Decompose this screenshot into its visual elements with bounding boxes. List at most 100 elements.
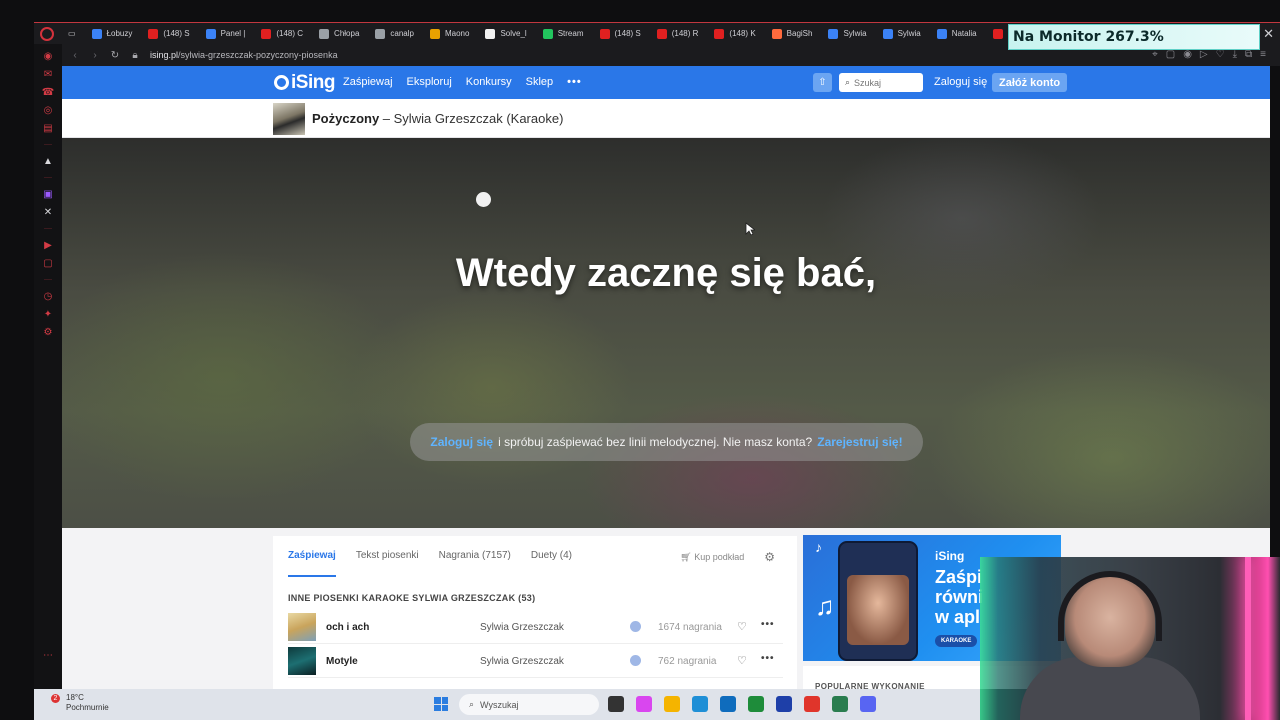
taskbar-search-label: Wyszukaj — [480, 699, 519, 710]
site-logo[interactable]: iSing — [274, 72, 335, 94]
search-input[interactable] — [854, 77, 913, 88]
browser-tab[interactable]: (148) C — [253, 23, 311, 44]
x-icon[interactable]: ✕ — [42, 206, 54, 218]
aria-icon[interactable]: ▲ — [42, 155, 54, 167]
browser-tab[interactable]: Natalia — [929, 23, 985, 44]
url-field[interactable]: ising.pl/sylwia-grzeszczak-pozyczony-pio… — [150, 50, 338, 60]
weather-widget[interactable]: 2 18°C Pochmurnie — [51, 693, 109, 713]
song-list-item[interactable]: Motyle Sylwia Grzeszczak 762 nagrania ♡ … — [288, 644, 783, 678]
extensions-icon[interactable]: ⧉ — [1245, 49, 1252, 60]
taskbar-app-icon[interactable] — [720, 696, 736, 712]
tab-label: (148) C — [276, 29, 304, 38]
extensions-icon[interactable]: ✦ — [42, 308, 54, 320]
login-link[interactable]: Zaloguj się — [934, 76, 987, 88]
browser-tab[interactable]: Maono — [422, 23, 477, 44]
tab-favicon-icon — [261, 28, 272, 39]
pin-icon[interactable]: ⌖ — [1152, 49, 1158, 60]
browser-tab[interactable]: (148) K — [706, 23, 763, 44]
tab-favicon-icon — [656, 28, 667, 39]
news-icon[interactable]: ▤ — [42, 122, 54, 134]
tab-favicon-icon — [148, 28, 159, 39]
nav-konkursy[interactable]: Konkursy — [466, 76, 512, 88]
favorite-heart-icon[interactable]: ♡ — [737, 620, 747, 633]
settings-icon[interactable]: ⚙ — [42, 326, 54, 338]
player-icon[interactable]: ▶ — [42, 239, 54, 251]
more-options-icon[interactable]: ••• — [761, 653, 775, 664]
browser-tab[interactable]: (148) R — [649, 23, 707, 44]
taskbar-app-icon[interactable] — [608, 696, 624, 712]
taskbar-app-icon[interactable] — [692, 696, 708, 712]
tab-label: Natalia — [951, 29, 977, 38]
song-list-item[interactable]: och i ach Sylwia Grzeszczak 1674 nagrani… — [288, 610, 783, 644]
monitor-overlay: Na Monitor 267.3% — [1008, 24, 1260, 50]
windows-taskbar: 2 18°C Pochmurnie ⌕ Wyszukaj — [34, 689, 980, 720]
favorite-heart-icon[interactable]: ♡ — [737, 654, 747, 667]
browser-tab[interactable]: Sylwia — [875, 23, 929, 44]
tab-recordings[interactable]: Nagrania (7157) — [439, 550, 511, 577]
vpn-icon[interactable]: ◉ — [1183, 49, 1192, 60]
other-songs-heading: INNE PIOSENKI KARAOKE SYLWIA GRZESZCZAK … — [288, 593, 536, 603]
chat-icon[interactable]: ✉ — [42, 68, 54, 80]
browser-tab[interactable]: canalp — [367, 23, 422, 44]
nav-more-button[interactable]: ••• — [567, 76, 582, 88]
tab-overview-icon[interactable]: ▭ — [60, 23, 84, 44]
tab-label: (148) R — [671, 29, 699, 38]
reload-icon[interactable]: ↻ — [108, 50, 122, 61]
tab-label: Maono — [444, 29, 470, 38]
taskbar-app-icon[interactable] — [776, 696, 792, 712]
window-close-icon[interactable]: ✕ — [1263, 26, 1274, 42]
video-icon[interactable]: ▢ — [42, 257, 54, 269]
twitch-icon[interactable]: ▣ — [42, 188, 54, 200]
browser-tab[interactable]: BagiSh — [764, 23, 821, 44]
browser-tab[interactable]: Sylwia — [820, 23, 874, 44]
song-name[interactable]: Motyle — [326, 656, 358, 667]
download-icon[interactable]: ⤓ — [1233, 49, 1237, 60]
taskbar-app-icon[interactable] — [804, 696, 820, 712]
sidebar-menu-icon[interactable]: ⋯ — [42, 649, 54, 661]
taskbar-app-icon[interactable] — [748, 696, 764, 712]
back-icon[interactable]: ‹ — [68, 50, 82, 61]
taskbar-app-icon[interactable] — [860, 696, 876, 712]
whatsapp-icon[interactable]: ◎ — [42, 104, 54, 116]
heart-icon[interactable]: ♡ — [1216, 49, 1225, 60]
tab-lyrics[interactable]: Tekst piosenki — [356, 550, 419, 577]
history-icon[interactable]: ◷ — [42, 290, 54, 302]
browser-tab[interactable]: Łobuzy — [84, 23, 141, 44]
menu-icon[interactable]: ≡ — [1260, 49, 1266, 60]
notice-login-link[interactable]: Zaloguj się — [430, 435, 493, 449]
browser-tab[interactable]: (148) S — [592, 23, 649, 44]
buy-backing-track[interactable]: 🛒︎ Kup podkład — [680, 552, 744, 563]
nav-sklep[interactable]: Sklep — [526, 76, 554, 88]
karaoke-player[interactable]: Wtedy zacznę się bać, Zaloguj się i spró… — [62, 138, 1270, 528]
play-icon[interactable]: ▷ — [1200, 49, 1208, 60]
more-options-icon[interactable]: ••• — [761, 619, 775, 630]
signup-button[interactable]: Załóż konto — [992, 73, 1068, 92]
opera-menu-icon[interactable] — [40, 26, 54, 41]
browser-tab[interactable]: Solve_l — [477, 23, 534, 44]
tab-label: Stream — [557, 29, 584, 38]
taskbar-app-icon[interactable] — [636, 696, 652, 712]
song-header: Pożyczony – Sylwia Grzeszczak (Karaoke) — [62, 99, 1270, 138]
taskbar-app-icon[interactable] — [664, 696, 680, 712]
tab-duets[interactable]: Duety (4) — [531, 550, 572, 577]
browser-tab[interactable]: (148) S — [140, 23, 197, 44]
browser-tab[interactable]: Stream — [535, 23, 592, 44]
notice-register-link[interactable]: Zarejestruj się! — [817, 435, 902, 449]
taskbar-search[interactable]: ⌕ Wyszukaj — [459, 694, 599, 715]
settings-gear-icon[interactable]: ⚙ — [764, 550, 775, 564]
browser-tab[interactable]: Panel | — [198, 23, 254, 44]
forward-icon[interactable]: › — [88, 50, 102, 61]
song-name[interactable]: och i ach — [326, 622, 369, 633]
tab-zaspiewaj[interactable]: Zaśpiewaj — [288, 550, 336, 577]
messenger-icon[interactable]: ☎ — [42, 86, 54, 98]
opera-logo-icon[interactable]: ◉ — [42, 50, 54, 62]
start-button[interactable] — [434, 697, 448, 711]
song-artist[interactable]: Sylwia Grzeszczak — [480, 656, 564, 667]
browser-tab[interactable]: Chłopa — [311, 23, 367, 44]
nav-zaspiewaj[interactable]: Zaśpiewaj — [343, 76, 393, 88]
upload-button[interactable]: ⇧ — [813, 73, 832, 92]
song-artist[interactable]: Sylwia Grzeszczak — [480, 622, 564, 633]
taskbar-app-icon[interactable] — [832, 696, 848, 712]
nav-eksploruj[interactable]: Eksploruj — [407, 76, 452, 88]
snapshot-icon[interactable]: ▢ — [1166, 49, 1175, 60]
